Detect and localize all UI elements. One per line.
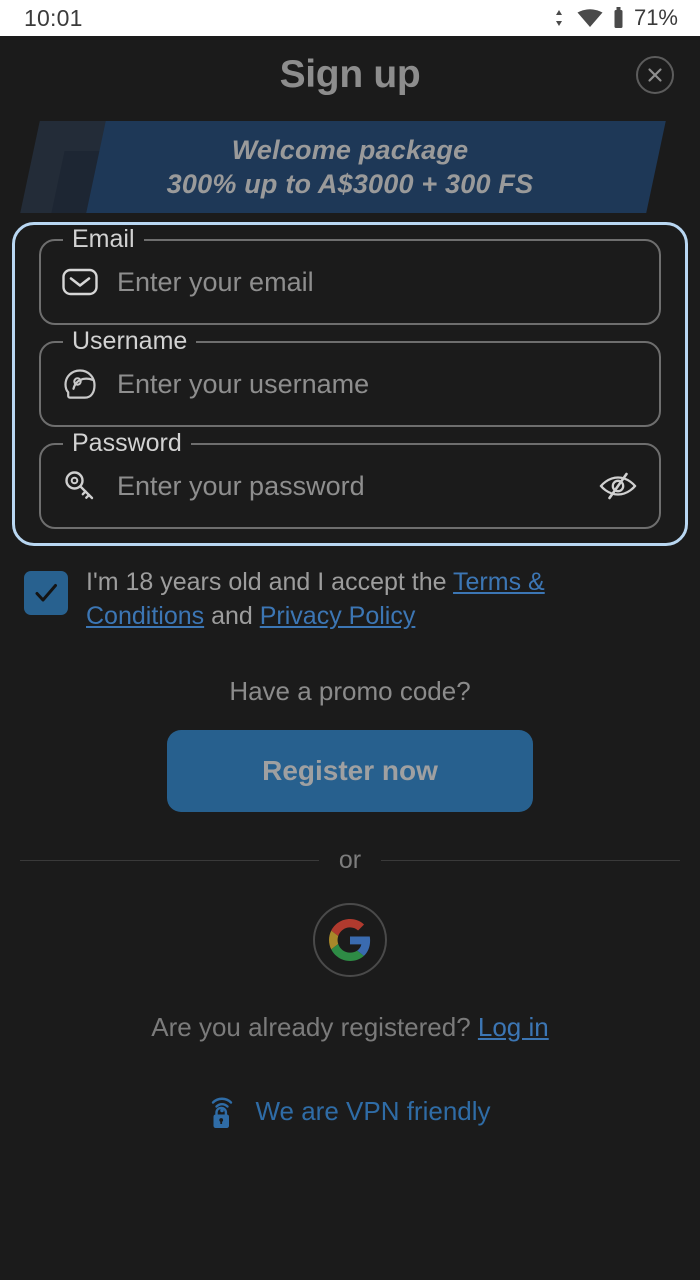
password-visibility-toggle[interactable] (595, 469, 641, 503)
key-icon (57, 469, 103, 503)
page-title: Sign up (279, 53, 421, 96)
eye-off-icon (599, 472, 637, 500)
email-input[interactable] (103, 266, 641, 298)
or-divider: or (20, 845, 681, 875)
terms-text-before: I'm 18 years old and I accept the (86, 568, 454, 596)
login-prompt-row: Are you already registered? Log in (151, 1012, 548, 1043)
username-input[interactable] (103, 368, 641, 400)
signup-screen: 10:01 71% Sign up Welcome package 300% u… (0, 0, 700, 1280)
app-content: Sign up Welcome package 300% up to A$300… (0, 36, 700, 1280)
terms-row[interactable]: I'm 18 years old and I accept the Terms … (12, 565, 688, 634)
divider-line-left (20, 859, 319, 861)
login-link[interactable]: Log in (478, 1012, 549, 1042)
battery-icon (614, 7, 623, 28)
register-button[interactable]: Register now (167, 729, 533, 812)
close-icon (648, 68, 662, 82)
promo-code-link[interactable]: Have a promo code? (229, 676, 470, 707)
password-label: Password (63, 431, 191, 456)
promo-banner[interactable]: Welcome package 300% up to A$3000 + 300 … (0, 121, 700, 213)
status-time: 10:01 (24, 4, 83, 31)
email-field[interactable]: Email (39, 227, 661, 325)
wifi-icon (577, 9, 603, 27)
vpn-lock-icon (212, 1097, 233, 1128)
check-icon (35, 584, 57, 602)
banner-line-1: Welcome package (231, 134, 469, 165)
banner-line-2: 300% up to A$3000 + 300 FS (166, 168, 534, 199)
login-prompt-text: Are you already registered? (151, 1011, 478, 1042)
username-field[interactable]: Username (39, 329, 661, 427)
password-field[interactable]: Password (39, 431, 661, 529)
terms-checkbox[interactable] (24, 571, 68, 615)
vpn-friendly-text: We are VPN friendly (255, 1096, 491, 1126)
header: Sign up (0, 36, 700, 114)
battery-percent: 71% (633, 5, 678, 30)
privacy-policy-link[interactable]: Privacy Policy (260, 602, 416, 630)
google-signin-button[interactable] (313, 902, 387, 977)
divider-label: or (338, 845, 362, 874)
password-input[interactable] (103, 470, 595, 502)
terms-text: I'm 18 years old and I accept the Terms … (86, 565, 656, 634)
terms-text-middle: and (204, 602, 260, 631)
email-label: Email (63, 227, 144, 252)
banner-text: Welcome package 300% up to A$3000 + 300 … (0, 121, 700, 213)
google-icon (329, 918, 371, 961)
divider-line-right (381, 859, 681, 861)
status-bar: 10:01 71% (0, 0, 700, 36)
envelope-icon (57, 267, 103, 297)
status-indicators: 71% (555, 7, 678, 29)
data-transfer-icon (555, 10, 562, 26)
close-button[interactable] (636, 56, 674, 94)
vpn-friendly-row[interactable]: We are VPN friendly (209, 1093, 491, 1131)
helmet-icon (57, 368, 103, 400)
username-label: Username (63, 329, 197, 354)
form-fields-group: Email Username (12, 222, 688, 546)
